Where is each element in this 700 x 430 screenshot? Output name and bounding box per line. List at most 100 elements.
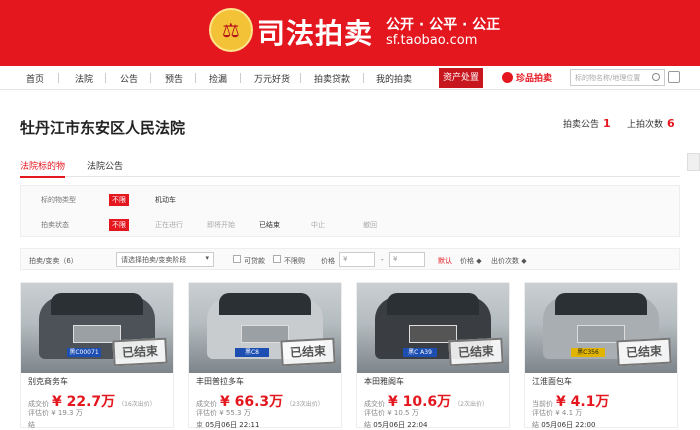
search-icon[interactable] [652, 73, 660, 81]
deal-label: 当前价 [532, 400, 553, 408]
site-title[interactable]: 司法拍卖 [257, 12, 373, 52]
eval-label: 评估价 [196, 409, 217, 417]
nav-divider [300, 73, 301, 83]
nav-divider [58, 73, 59, 83]
ended-stamp: 已结束 [616, 337, 672, 367]
vehicle-photo[interactable]: 黑C00071 已结束 [21, 283, 173, 373]
tab-court-notices[interactable]: 法院公告 [87, 159, 123, 172]
filter-type-label: 标的物类型 [41, 196, 76, 204]
nav-item-notice[interactable]: 公告 [120, 72, 138, 85]
bid-count: （16次出价） [118, 401, 156, 408]
ended-stamp: 已结束 [112, 337, 168, 367]
eval-row: 评估价 ¥ 4.1 万 [532, 408, 582, 418]
tab-bar: 法院标的物 法院公告 [20, 157, 680, 178]
nav-divider [150, 73, 151, 83]
nav-divider [105, 73, 106, 83]
sort-default[interactable]: 默认 [438, 256, 452, 266]
loan-checkbox[interactable] [233, 255, 241, 263]
eval-value: ¥ 19.3 万 [51, 409, 83, 417]
item-name[interactable]: 本田雅阁车 [364, 376, 404, 387]
vehicle-photo[interactable]: 黑C8 已结束 [189, 283, 341, 373]
eval-label: 评估价 [28, 409, 49, 417]
eval-label: 评估价 [364, 409, 385, 417]
price-max-currency: ¥ [393, 255, 398, 263]
auction-card[interactable]: 黑C A39 已结束 本田雅阁车 成交价 ¥ 10.6万 （2次出价） 评估价 ¥ … [356, 282, 510, 430]
filter-status-unlimited[interactable]: 不限 [109, 219, 129, 231]
filter-status-withdrawn[interactable]: 撤回 [363, 220, 377, 230]
nav-divider [240, 73, 241, 83]
end-row: 结 05月06日 22:00 [532, 420, 595, 430]
ended-stamp: 已结束 [280, 337, 336, 367]
car-windshield [51, 293, 143, 315]
deal-label: 成交价 [196, 400, 217, 408]
stage-select[interactable]: 请选择拍卖/变卖阶段 ▾ [116, 252, 214, 267]
filter-status-upcoming[interactable]: 即将开始 [207, 220, 235, 230]
filter-status-ongoing[interactable]: 正在进行 [155, 220, 183, 230]
notice-count: 1 [603, 117, 611, 130]
sort-price[interactable]: 价格 ◆ [460, 256, 482, 266]
license-plate: 黑C A39 [403, 348, 437, 357]
nav-divider [363, 73, 364, 83]
auction-card[interactable]: 黑C356 已结束 江淮面包车 当前价 ¥ 4.1万 评估价 ¥ 4.1 万 结 … [524, 282, 678, 430]
filter-type-unlimited[interactable]: 不限 [109, 194, 129, 206]
vehicle-photo[interactable]: 黑C A39 已结束 [357, 283, 509, 373]
filter-type-vehicle[interactable]: 机动车 [155, 195, 176, 205]
sort-bids[interactable]: 出价次数 ◆ [491, 256, 527, 266]
stage-select-value: 请选择拍卖/变卖阶段 [121, 256, 187, 264]
auction-type-count[interactable]: 拍卖/变卖（6） [29, 256, 78, 266]
end-row: 结 05月06日 22:04 [364, 420, 427, 430]
scales-icon: ⚖ [222, 18, 240, 42]
eval-value: ¥ 55.3 万 [219, 409, 251, 417]
license-plate: 黑C8 [235, 348, 269, 357]
times-label: 上拍次数 [627, 120, 664, 130]
sort-arrow-icon: ◆ [476, 257, 482, 265]
price-filter-label: 价格 [321, 257, 335, 265]
notice-stat[interactable]: 拍卖公告 1 [563, 117, 611, 130]
deal-label: 成交价 [364, 400, 385, 408]
site-banner: ⚖ 司法拍卖 公开 · 公平 · 公正 sf.taobao.com [0, 0, 700, 66]
vehicle-photo[interactable]: 黑C356 已结束 [525, 283, 677, 373]
nav-item-loan[interactable]: 拍卖贷款 [314, 72, 350, 85]
bid-count: （2次出价） [454, 401, 488, 408]
filter-status-suspended[interactable]: 中止 [311, 220, 325, 230]
nav-item-goods[interactable]: 万元好货 [254, 72, 290, 85]
auction-card[interactable]: 黑C00071 已结束 别克商务车 成交价 ¥ 22.7万 （16次出价） 评估价 … [20, 282, 174, 429]
deal-label: 成交价 [28, 400, 49, 408]
auction-card[interactable]: 黑C8 已结束 丰田普拉多车 成交价 ¥ 66.3万 （23次出价） 评估价 ¥ 5… [188, 282, 342, 429]
bid-count: （23次出价） [286, 401, 324, 408]
zhenpin-label: 珍品拍卖 [516, 74, 553, 84]
eval-row: 评估价 ¥ 10.5 万 [364, 408, 419, 418]
filter-status-ended[interactable]: 已结束 [259, 220, 280, 230]
notice-label: 拍卖公告 [563, 120, 600, 130]
eval-value: ¥ 4.1 万 [555, 409, 583, 417]
filter-panel: 标的物类型 不限 机动车 拍卖状态 不限 正在进行 即将开始 已结束 中止 撤回 [20, 185, 680, 237]
search-input[interactable]: 标的物名称/地理位置 [570, 69, 665, 86]
item-name[interactable]: 丰田普拉多车 [196, 376, 244, 387]
court-name: 牡丹江市东安区人民法院 [20, 119, 186, 137]
zhenpin-link[interactable]: 珍品拍卖 [502, 71, 552, 84]
sort-price-label: 价格 [460, 257, 474, 265]
nav-item-court[interactable]: 法院 [75, 72, 93, 85]
ended-stamp: 已结束 [448, 337, 504, 367]
nav-item-home[interactable]: 首页 [26, 72, 44, 85]
side-float-button[interactable] [687, 153, 700, 171]
price-min-currency: ¥ [343, 255, 348, 263]
nav-item-preview[interactable]: 预告 [165, 72, 183, 85]
item-name[interactable]: 别克商务车 [28, 376, 68, 387]
no-limit-checkbox[interactable] [273, 255, 281, 263]
item-name[interactable]: 江淮面包车 [532, 376, 572, 387]
chevron-down-icon: ▾ [205, 254, 209, 262]
price-min-input[interactable]: ¥ [339, 252, 375, 267]
nav-item-my-auction[interactable]: 我的拍卖 [376, 72, 412, 85]
no-limit-label: 不限购 [284, 257, 305, 265]
car-windshield [219, 293, 311, 315]
times-stat: 上拍次数 6 [627, 117, 675, 130]
nav-item-bargain[interactable]: 捡漏 [209, 72, 227, 85]
asset-disposal-button[interactable]: 资产处置 [439, 68, 483, 88]
eval-value: ¥ 10.5 万 [387, 409, 419, 417]
menu-icon[interactable] [668, 71, 680, 83]
tab-court-items[interactable]: 法院标的物 [20, 159, 66, 178]
filter-row-type: 标的物类型 不限 机动车 [21, 187, 679, 212]
license-plate: 黑C00071 [67, 348, 101, 357]
price-max-input[interactable]: ¥ [389, 252, 425, 267]
